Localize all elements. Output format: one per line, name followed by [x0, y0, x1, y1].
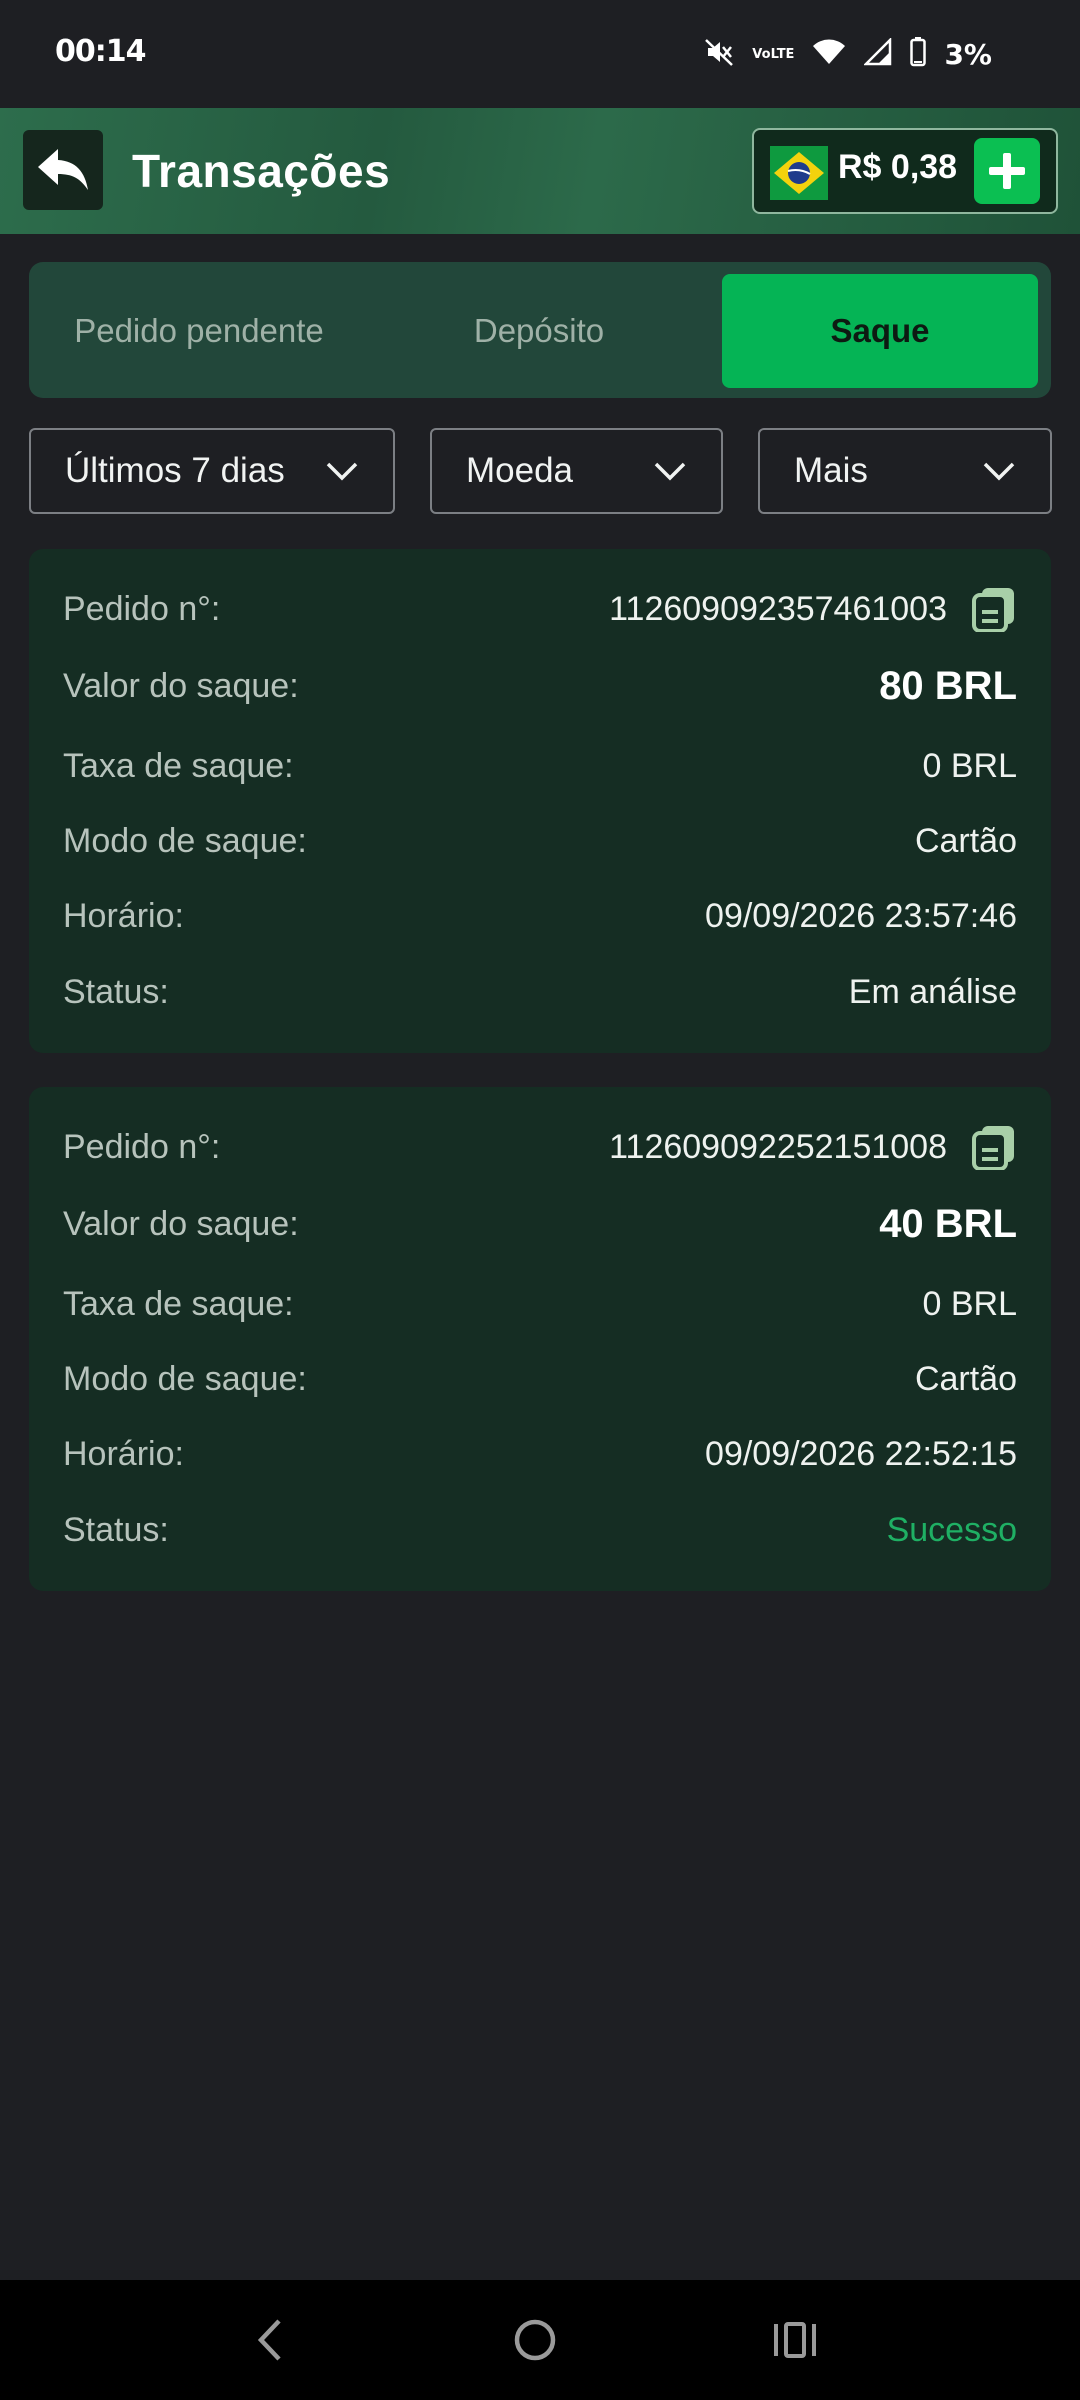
- period-filter-label: Últimos 7 dias: [65, 451, 285, 490]
- order-number: 112609092357461003: [609, 589, 947, 628]
- nav-recents-button[interactable]: [765, 2310, 825, 2370]
- time-row: Horário: 09/09/2026 23:57:46: [63, 891, 1017, 941]
- order-row: Pedido n°: 112609092357461003: [63, 584, 1017, 634]
- mode-row: Modo de saque: Cartão: [63, 1354, 1017, 1404]
- tab-pending-order[interactable]: Pedido pendente: [29, 274, 369, 388]
- status-value: Sucesso: [886, 1510, 1017, 1549]
- nav-home-icon: [514, 2319, 556, 2361]
- nav-recents-icon: [774, 2322, 816, 2358]
- fee-row: Taxa de saque: 0 BRL: [63, 1279, 1017, 1329]
- time-row: Horário: 09/09/2026 22:52:15: [63, 1429, 1017, 1479]
- order-label: Pedido n°:: [63, 1127, 221, 1166]
- mode-label: Modo de saque:: [63, 821, 307, 860]
- signal-icon: [863, 36, 892, 71]
- copy-icon[interactable]: [971, 586, 1017, 632]
- brazil-flag-icon: [770, 146, 828, 200]
- tab-withdraw[interactable]: Saque: [722, 274, 1038, 388]
- order-row: Pedido n°: 112609092252151008: [63, 1122, 1017, 1172]
- amount-row: Valor do saque: 40 BRL: [63, 1199, 1017, 1249]
- app-header: Transações R$ 0,38: [0, 108, 1080, 234]
- amount-value: 80 BRL: [879, 663, 1017, 708]
- fee-label: Taxa de saque:: [63, 746, 294, 785]
- currency-filter-dropdown[interactable]: Moeda: [430, 428, 723, 514]
- amount-label: Valor do saque:: [63, 666, 299, 705]
- chevron-down-icon: [654, 462, 686, 481]
- tab-deposit[interactable]: Depósito: [369, 274, 709, 388]
- transaction-card: Pedido n°: 112609092357461003 Valor do s…: [29, 549, 1051, 1053]
- fee-value: 0 BRL: [922, 1284, 1018, 1323]
- amount-row: Valor do saque: 80 BRL: [63, 661, 1017, 711]
- order-label: Pedido n°:: [63, 589, 221, 628]
- back-button[interactable]: [23, 130, 103, 210]
- currency-filter-label: Moeda: [466, 451, 574, 490]
- mode-value: Cartão: [914, 1359, 1017, 1398]
- period-filter-dropdown[interactable]: Últimos 7 dias: [29, 428, 395, 514]
- nav-back-button[interactable]: [240, 2310, 300, 2370]
- status-bar: 00:14 VoLTE 3%: [0, 0, 1080, 108]
- fee-row: Taxa de saque: 0 BRL: [63, 741, 1017, 791]
- status-time: 00:14: [55, 34, 146, 69]
- more-filter-dropdown[interactable]: Mais: [758, 428, 1052, 514]
- copy-icon[interactable]: [971, 1124, 1017, 1170]
- nav-home-button[interactable]: [505, 2310, 565, 2370]
- back-arrow-icon: [38, 149, 88, 190]
- mode-row: Modo de saque: Cartão: [63, 816, 1017, 866]
- nav-back-icon: [257, 2319, 281, 2361]
- time-label: Horário:: [63, 896, 184, 935]
- time-value: 09/09/2026 22:52:15: [705, 1434, 1017, 1473]
- balance-widget: R$ 0,38: [752, 128, 1058, 214]
- add-funds-button[interactable]: [974, 138, 1040, 204]
- plus-icon: [989, 153, 1025, 189]
- chevron-down-icon: [326, 462, 358, 481]
- mute-icon: [704, 37, 734, 72]
- time-value: 09/09/2026 23:57:46: [705, 896, 1017, 935]
- system-nav-bar: [0, 2280, 1080, 2400]
- status-row: Status: Sucesso: [63, 1505, 1017, 1555]
- more-filter-label: Mais: [794, 451, 868, 490]
- status-icons: VoLTE 3%: [704, 36, 992, 72]
- amount-value: 40 BRL: [879, 1201, 1017, 1246]
- fee-label: Taxa de saque:: [63, 1284, 294, 1323]
- status-label: Status:: [63, 972, 169, 1011]
- volte-icon: VoLTE: [752, 46, 795, 62]
- status-row: Status: Em análise: [63, 967, 1017, 1017]
- mode-value: Cartão: [914, 821, 1017, 860]
- balance-amount: R$ 0,38: [838, 148, 958, 186]
- status-value: Em análise: [848, 972, 1017, 1011]
- amount-label: Valor do saque:: [63, 1204, 299, 1243]
- page-title: Transações: [132, 145, 391, 197]
- wifi-icon: [812, 38, 846, 71]
- transaction-tabs: Pedido pendente Depósito Saque: [29, 262, 1051, 398]
- status-label: Status:: [63, 1510, 169, 1549]
- mode-label: Modo de saque:: [63, 1359, 307, 1398]
- time-label: Horário:: [63, 1434, 184, 1473]
- battery-percent: 3%: [944, 37, 992, 71]
- battery-icon: [910, 36, 927, 72]
- fee-value: 0 BRL: [922, 746, 1018, 785]
- order-number: 112609092252151008: [609, 1127, 947, 1166]
- transaction-card: Pedido n°: 112609092252151008 Valor do s…: [29, 1087, 1051, 1591]
- chevron-down-icon: [983, 462, 1015, 481]
